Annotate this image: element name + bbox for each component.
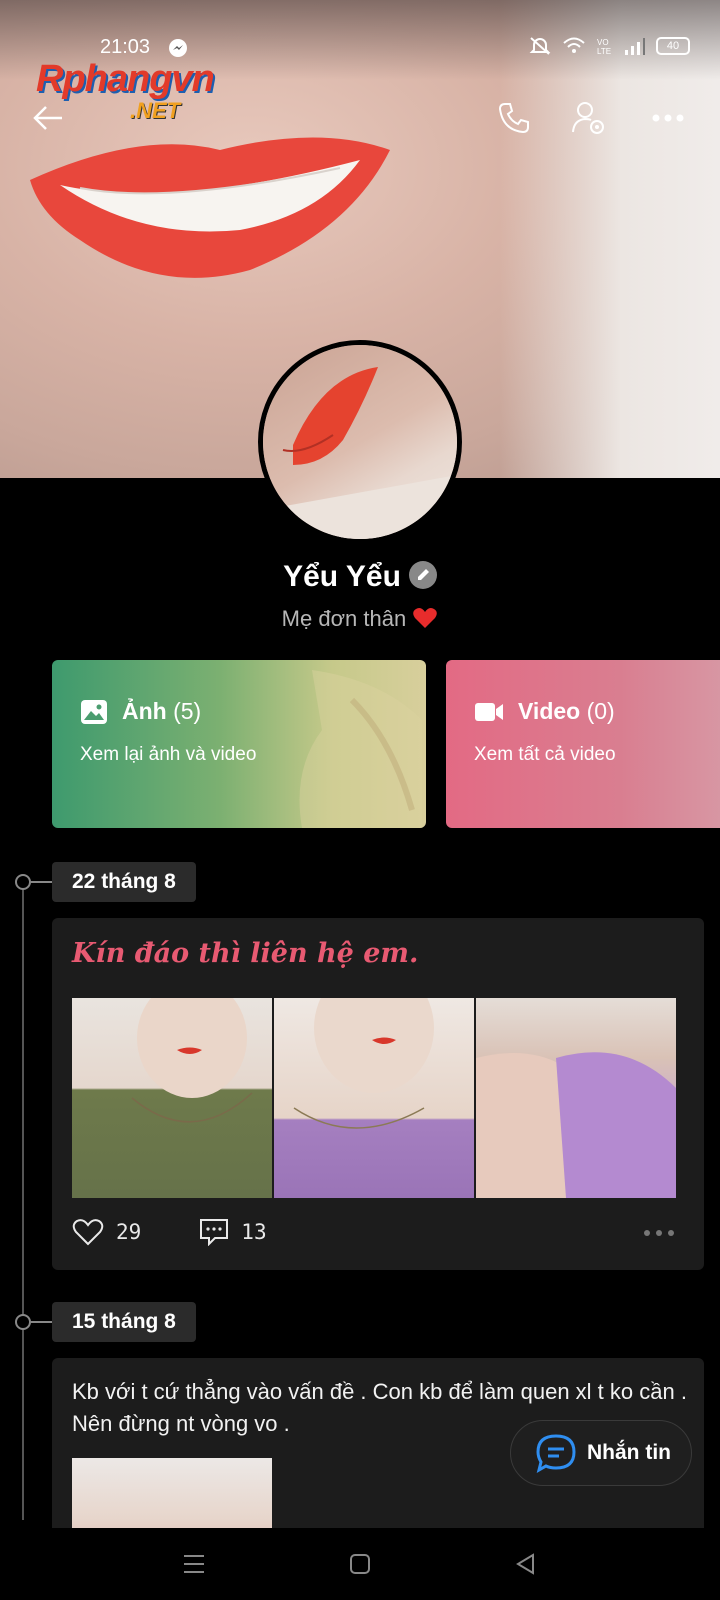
pencil-icon <box>417 569 429 581</box>
profile-bio: Mẹ đơn thân <box>0 606 720 632</box>
comment-button[interactable]: 13 <box>199 1218 267 1246</box>
photos-card-subtitle: Xem lại ảnh và video <box>80 744 257 765</box>
heart-emoji-icon <box>413 608 438 628</box>
more-options-button[interactable] <box>646 96 690 140</box>
post-photo[interactable] <box>72 998 272 1198</box>
videos-card-subtitle: Xem tất cả video <box>474 744 616 765</box>
back-arrow-icon <box>33 106 62 130</box>
recent-apps-button[interactable] <box>176 1546 212 1582</box>
status-time: 21:03 <box>100 36 151 58</box>
watermark-suffix: .NET <box>130 98 181 123</box>
more-icon <box>652 114 684 122</box>
timeline-dot <box>15 874 31 890</box>
call-button[interactable] <box>492 96 536 140</box>
edit-name-button[interactable] <box>408 561 437 590</box>
phone-icon <box>498 103 529 134</box>
chat-bubble-icon <box>536 1434 576 1473</box>
svg-text:LTE: LTE <box>597 47 611 56</box>
post-photo[interactable] <box>274 998 474 1198</box>
video-camera-icon <box>475 702 503 721</box>
messenger-icon <box>169 39 187 57</box>
videos-card-label: Video <box>518 698 581 724</box>
post-card[interactable]: Kín đáo thì liên hệ em. 29 13 <box>52 918 704 1270</box>
post-photo-grid <box>72 998 676 1198</box>
post-date: 22 tháng 8 <box>52 862 196 902</box>
cover-lips-image <box>30 137 390 278</box>
profile-settings-button[interactable] <box>566 96 610 140</box>
post-more-button[interactable] <box>644 1230 674 1236</box>
home-button[interactable] <box>342 1546 378 1582</box>
menu-icon <box>184 1555 204 1573</box>
back-button[interactable] <box>26 96 70 140</box>
volte-icon: VOLTE <box>597 38 611 56</box>
post-photo[interactable] <box>476 998 676 1198</box>
mute-icon <box>529 37 551 55</box>
videos-card[interactable]: Video (0) Xem tất cả video <box>446 660 720 828</box>
photos-card[interactable]: Ảnh (5) Xem lại ảnh và video <box>52 660 426 828</box>
svg-text:VO: VO <box>597 38 609 47</box>
comment-count: 13 <box>241 1220 267 1244</box>
like-count: 29 <box>116 1220 142 1244</box>
post-date: 15 tháng 8 <box>52 1302 196 1342</box>
avatar-lips-image <box>263 367 457 539</box>
message-button-label: Nhắn tin <box>587 1441 671 1464</box>
timeline-line <box>22 880 24 1520</box>
wifi-icon <box>563 37 585 53</box>
back-triangle-icon <box>516 1553 534 1575</box>
image-icon <box>81 699 107 724</box>
system-nav-bar <box>0 1528 720 1600</box>
post-caption: Kín đáo thì liên hệ em. <box>72 938 419 969</box>
signal-icon <box>625 38 645 55</box>
comment-icon <box>200 1219 229 1246</box>
photos-card-label: Ảnh <box>122 698 167 724</box>
home-square-icon <box>350 1554 370 1574</box>
heart-icon <box>72 1219 104 1246</box>
timeline-dot <box>15 1314 31 1330</box>
battery-icon: 40 <box>656 37 690 55</box>
photos-count: (5) <box>173 698 202 724</box>
user-settings-icon <box>572 102 604 134</box>
watermark-logo: Rphangvn <box>36 58 215 100</box>
profile-name: Yểu Yểu <box>0 560 720 594</box>
avatar[interactable] <box>258 340 462 544</box>
message-button[interactable]: Nhắn tin <box>510 1420 692 1486</box>
back-nav-button[interactable] <box>508 1546 544 1582</box>
like-button[interactable]: 29 <box>72 1218 141 1246</box>
videos-count: (0) <box>586 698 615 724</box>
